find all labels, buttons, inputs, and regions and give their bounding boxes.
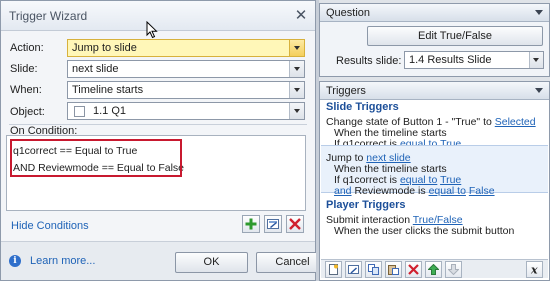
dialog-title: Trigger Wizard — [9, 9, 88, 23]
results-slide-value: 1.4 Results Slide — [409, 54, 492, 66]
delete-condition-button[interactable] — [286, 215, 304, 233]
arrow-up-icon — [428, 264, 439, 275]
add-condition-button[interactable] — [242, 215, 260, 233]
trigger-condition-text: Reviewmode is — [351, 185, 429, 197]
edit-trigger-button[interactable] — [345, 261, 362, 278]
dialog-title-bar[interactable]: Trigger Wizard ✕ — [1, 1, 315, 31]
copy-icon — [368, 264, 379, 275]
delete-x-icon — [289, 218, 301, 230]
question-panel-body: Edit True/False Results slide: 1.4 Resul… — [320, 22, 549, 76]
conditions-highlight-box — [10, 139, 182, 177]
edit-true-false-button[interactable]: Edit True/False — [367, 26, 543, 46]
slide-label: Slide: — [10, 63, 38, 75]
hide-conditions-link[interactable]: Hide Conditions — [11, 220, 89, 232]
triggers-panel-header: Triggers — [320, 82, 549, 100]
when-select[interactable]: Timeline starts — [67, 81, 305, 99]
copy-trigger-button[interactable] — [365, 261, 382, 278]
trigger-when-text: When the user clicks the submit button — [334, 225, 515, 237]
edit-icon — [267, 219, 279, 229]
value-link[interactable]: False — [469, 185, 495, 197]
learn-more-link[interactable]: Learn more... — [30, 255, 95, 267]
triggers-panel-title: Triggers — [326, 85, 366, 97]
results-slide-label: Results slide: — [336, 55, 402, 67]
new-trigger-button[interactable] — [325, 261, 342, 278]
player-triggers-title: Player Triggers — [326, 199, 406, 211]
delete-trigger-button[interactable] — [405, 261, 422, 278]
arrow-down-icon — [448, 264, 459, 275]
action-select-value: Jump to slide — [72, 42, 137, 54]
when-select-value: Timeline starts — [72, 84, 144, 96]
object-label: Object: — [10, 106, 45, 118]
dialog-footer: i Learn more... OK Cancel — [1, 241, 329, 280]
chevron-down-icon[interactable] — [289, 40, 304, 56]
plus-icon — [245, 218, 257, 230]
conditions-list[interactable]: q1correct == Equal to True AND Reviewmod… — [6, 135, 306, 211]
edit-icon — [348, 265, 359, 274]
close-icon[interactable]: ✕ — [293, 8, 309, 24]
and-link[interactable]: and — [334, 185, 352, 197]
chevron-down-icon[interactable] — [535, 88, 543, 93]
object-select-value: 1.1 Q1 — [93, 105, 127, 117]
chevron-down-icon[interactable] — [529, 52, 543, 68]
chevron-down-icon[interactable] — [289, 103, 304, 119]
delete-x-icon — [408, 264, 419, 275]
action-select[interactable]: Jump to slide — [67, 39, 305, 57]
paste-trigger-button[interactable] — [385, 261, 402, 278]
chevron-down-icon[interactable] — [289, 82, 304, 98]
when-label: When: — [10, 84, 42, 96]
operator-link[interactable]: equal to — [429, 185, 466, 197]
new-trigger-icon — [329, 264, 338, 275]
ok-button[interactable]: OK — [175, 252, 248, 273]
chevron-down-icon[interactable] — [535, 10, 543, 15]
mouse-cursor-icon — [146, 21, 158, 39]
question-panel: Question Edit True/False Results slide: … — [319, 3, 550, 77]
question-panel-title: Question — [326, 7, 371, 19]
triggers-toolbar: x — [321, 259, 548, 278]
move-down-button[interactable] — [445, 261, 462, 278]
object-checkbox-icon — [74, 106, 85, 117]
paste-icon — [388, 265, 399, 275]
triggers-panel: Triggers Slide Triggers Change state of … — [319, 81, 550, 281]
slide-select-value: next slide — [72, 63, 119, 75]
info-icon: i — [9, 255, 21, 267]
variable-x-icon: x — [530, 264, 538, 275]
edit-condition-button[interactable] — [264, 215, 282, 233]
object-select[interactable]: 1.1 Q1 — [67, 102, 305, 120]
results-slide-select[interactable]: 1.4 Results Slide — [404, 51, 544, 69]
trigger-state-link[interactable]: Selected — [495, 116, 536, 128]
trigger-condition: and Reviewmode is equal to False — [334, 185, 495, 197]
trigger-wizard-dialog: Trigger Wizard ✕ Action: Jump to slide S… — [0, 0, 329, 281]
variables-button[interactable]: x — [526, 261, 543, 278]
chevron-down-icon[interactable] — [289, 61, 304, 77]
slide-triggers-title: Slide Triggers — [326, 101, 399, 113]
slide-select[interactable]: next slide — [67, 60, 305, 78]
svg-text:x: x — [530, 264, 538, 275]
question-panel-header: Question — [320, 4, 549, 22]
move-up-button[interactable] — [425, 261, 442, 278]
action-label: Action: — [10, 42, 44, 54]
